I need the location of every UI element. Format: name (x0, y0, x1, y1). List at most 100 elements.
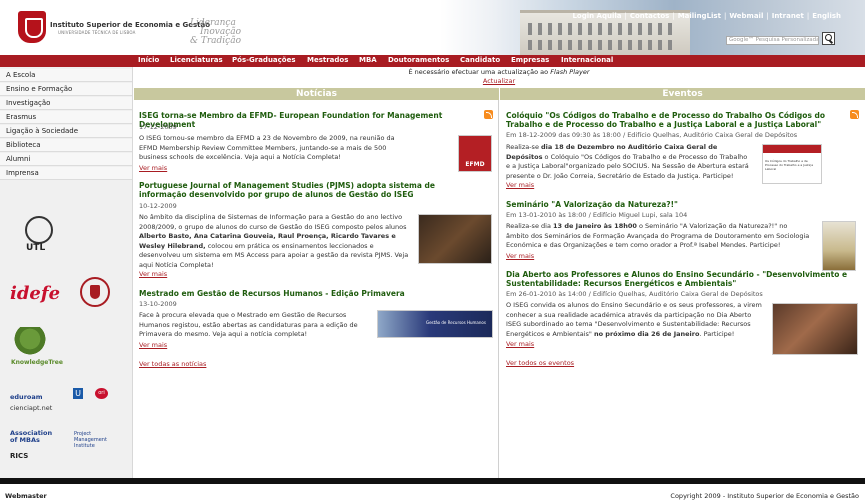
rss-icon[interactable] (484, 110, 493, 119)
news-header: Notícias (134, 88, 499, 100)
event-title[interactable]: Dia Aberto aos Professores e Alunos do E… (506, 270, 851, 288)
nav-item-internacional[interactable]: Internacional (561, 56, 613, 64)
event-title[interactable]: Colóquio "Os Códigos do Trabalho e de Pr… (506, 111, 846, 129)
event-more-link[interactable]: Ver mais (506, 340, 534, 348)
institution-name[interactable]: Instituto Superior de Economia e Gestão (50, 21, 210, 29)
motto: Liderança Inovação & Tradição (190, 19, 241, 46)
login-aquila-link[interactable]: Login Aquila (572, 12, 621, 20)
mailinglist-link[interactable]: MailingList (678, 12, 721, 20)
event-body-text: Realiza-se (506, 143, 539, 151)
knowledge-tree-logo[interactable] (12, 327, 48, 357)
pmi-logo[interactable]: Project Management Institute (74, 431, 107, 449)
idefe-logo[interactable]: idefe (10, 283, 60, 304)
nav-item-mba[interactable]: MBA (359, 56, 377, 64)
event-date: Em 26-01-2010 às 14:00 / Edifício Quelha… (506, 290, 763, 298)
nav-item-pos-graduacoes[interactable]: Pós-Graduações (232, 56, 296, 64)
all-news-link[interactable]: Ver todas as notícias (139, 360, 206, 368)
event-body-highlight: no próximo dia 26 de Janeiro (593, 329, 700, 338)
alumni-seal-logo[interactable] (80, 277, 110, 307)
cienciapt-logo[interactable]: cienciapt.net (10, 404, 52, 412)
motto-line: & Tradição (190, 36, 242, 46)
ambas-line: of MBAs (10, 436, 40, 444)
sidebar-item-alumni[interactable]: Alumni (0, 153, 132, 166)
knowledge-tree-label[interactable]: KnowledgeTree (11, 359, 63, 366)
association-of-mbas-logo[interactable]: Association of MBAs (10, 430, 52, 444)
news-body: No âmbito da disciplina de Sistemas de I… (139, 213, 411, 270)
search-input[interactable]: Google™ Pesquisa Personalizada (726, 36, 819, 45)
all-events-link[interactable]: Ver todos os eventos (506, 359, 574, 367)
ori-logo[interactable]: ori (95, 388, 108, 399)
iseg-logo[interactable] (18, 11, 46, 43)
webmail-link[interactable]: Webmail (729, 12, 763, 20)
flash-notice-text: É necessário efectuar uma actualização a… (408, 68, 549, 76)
rss-icon[interactable] (850, 110, 859, 119)
sidebar-item-ligacao[interactable]: Ligação à Sociedade (0, 125, 132, 138)
valorizacao-poster[interactable] (822, 221, 856, 271)
sidebar-item-biblioteca[interactable]: Biblioteca (0, 139, 132, 152)
flash-notice: É necessário efectuar uma actualização a… (133, 68, 865, 86)
header: Instituto Superior de Economia e Gestão … (0, 0, 865, 55)
contactos-link[interactable]: Contactos (630, 12, 669, 20)
u-logo[interactable]: U (73, 388, 83, 399)
event-date: Em 13-01-2010 às 18:00 / Edifício Miguel… (506, 211, 688, 219)
poster-band (763, 145, 821, 153)
event-body-text: o Seminário "A Valorização da Natureza?!… (506, 222, 810, 249)
sidebar-item-ensino[interactable]: Ensino e Formação (0, 83, 132, 96)
nav-item-mestrados[interactable]: Mestrados (307, 56, 348, 64)
intranet-link[interactable]: Intranet (772, 12, 804, 20)
nav-item-doutoramentos[interactable]: Doutoramentos (388, 56, 449, 64)
webmaster-link[interactable]: Webmaster (5, 492, 47, 500)
news-date: 13-10-2009 (139, 300, 177, 308)
flash-player-name: Flash Player (550, 68, 590, 76)
event-body-text: Realiza-se dia (506, 222, 551, 230)
utl-seal-logo[interactable] (25, 216, 53, 244)
nav-item-licenciaturas[interactable]: Licenciaturas (170, 56, 223, 64)
event-body: O ISEG convida os alunos do Ensino Secun… (506, 301, 768, 339)
english-link[interactable]: English (812, 12, 841, 20)
efmd-thumbnail-label: EFMD (465, 161, 485, 168)
coloquio-poster[interactable]: Os Códigos do Trabalho e de Processo do … (762, 144, 822, 184)
grh-banner[interactable]: Gestão de Recursos Humanos (377, 310, 493, 338)
events-column: Colóquio "Os Códigos do Trabalho e de Pr… (500, 100, 865, 478)
rics-logo[interactable]: RICS (10, 452, 28, 460)
pjms-photo[interactable] (418, 214, 492, 264)
nav-item-candidato[interactable]: Candidato (460, 56, 500, 64)
grh-banner-label: Gestão de Recursos Humanos (426, 320, 486, 325)
event-more-link[interactable]: Ver mais (506, 252, 534, 260)
event-title[interactable]: Seminário "A Valorização da Natureza?!" (506, 200, 846, 209)
nav-item-inicio[interactable]: Início (138, 56, 159, 64)
actualizar-link[interactable]: Actualizar (483, 77, 515, 85)
event-body: Realiza-se dia 13 de Janeiro às 18h00 o … (506, 222, 812, 251)
footer: Webmaster Copyright 2009 - Instituto Sup… (0, 478, 865, 500)
eduroam-logo[interactable]: eduroam (10, 393, 43, 401)
sidebar-item-investigacao[interactable]: Investigação (0, 97, 132, 110)
news-more-link[interactable]: Ver mais (139, 164, 167, 172)
news-body: Face à procura elevada que o Mestrado em… (139, 311, 358, 338)
sidebar-item-imprensa[interactable]: Imprensa (0, 167, 132, 180)
pmi-line: Institute (74, 443, 95, 449)
news-title[interactable]: Portuguese Journal of Management Studies… (139, 181, 459, 199)
dia-aberto-photo[interactable] (772, 303, 858, 355)
event-date: Em 18-12-2009 das 09:30 às 18:00 / Edifí… (506, 131, 798, 139)
news-date: 10-12-2009 (139, 202, 177, 210)
sidebar-item-a-escola[interactable]: A Escola (0, 69, 132, 82)
nav-item-empresas[interactable]: Empresas (511, 56, 549, 64)
news-title[interactable]: Mestrado em Gestão de Recursos Humanos -… (139, 289, 459, 298)
event-body-text: . Participe! (699, 329, 735, 338)
sidebar: A Escola Ensino e Formação Investigação … (0, 67, 133, 478)
news-column: ISEG torna-se Membro da EFMD- European F… (134, 100, 499, 478)
event-more-link[interactable]: Ver mais (506, 181, 534, 189)
events-header: Eventos (500, 88, 865, 100)
news-title[interactable]: ISEG torna-se Membro da EFMD- European F… (139, 111, 479, 129)
event-body-highlight: 13 de Janeiro às 18h00 (553, 222, 637, 230)
news-more-link[interactable]: Ver mais (139, 270, 167, 278)
search-button[interactable] (822, 32, 835, 45)
event-body-text: o Colóquio "Os Códigos do Trabalho e de … (506, 152, 749, 180)
institution-subtitle: UNIVERSIDADE TÉCNICA DE LISBOA (58, 30, 136, 35)
sidebar-item-erasmus[interactable]: Erasmus (0, 111, 132, 124)
efmd-thumbnail[interactable]: EFMD (458, 135, 492, 172)
top-links: Login Aquila | Contactos | MailingList | Webma… (572, 12, 841, 20)
utl-logo-label[interactable]: UTL (26, 243, 45, 253)
news-more-link[interactable]: Ver mais (139, 341, 167, 349)
event-body: Realiza-se dia 18 de Dezembro no Auditór… (506, 143, 752, 181)
